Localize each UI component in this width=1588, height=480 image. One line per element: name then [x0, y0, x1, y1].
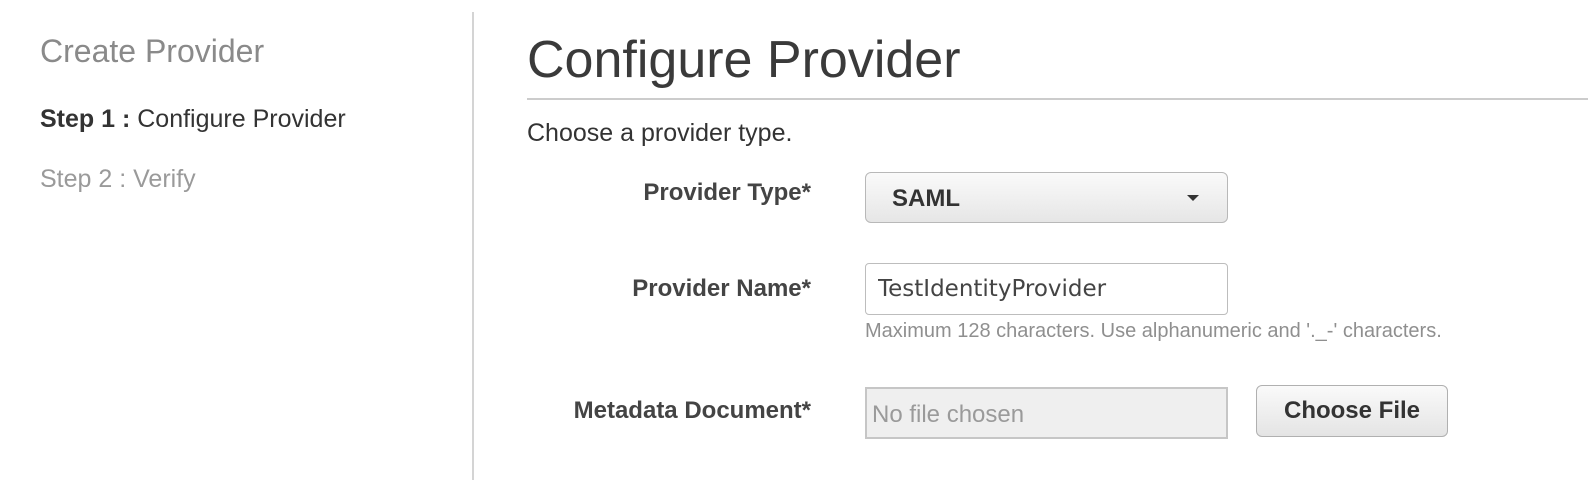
sidebar-step-verify: Step 2 : Verify	[40, 165, 196, 194]
metadata-file-display: No file chosen	[865, 387, 1228, 439]
step-number: Step 2 :	[40, 165, 127, 193]
chevron-down-icon	[1187, 195, 1199, 201]
provider-type-select[interactable]: SAML	[865, 172, 1228, 223]
step-label: Configure Provider	[137, 105, 346, 133]
choose-file-button[interactable]: Choose File	[1256, 385, 1448, 437]
provider-type-value: SAML	[892, 185, 960, 212]
page-title: Configure Provider	[527, 31, 961, 89]
title-divider	[527, 98, 1588, 100]
vertical-divider	[472, 12, 474, 480]
provider-name-hint: Maximum 128 characters. Use alphanumeric…	[865, 320, 1442, 342]
provider-name-label: Provider Name*	[632, 275, 811, 302]
metadata-document-label: Metadata Document*	[573, 397, 811, 424]
provider-name-input[interactable]	[865, 263, 1228, 315]
file-placeholder: No file chosen	[872, 401, 1025, 428]
provider-type-label: Provider Type*	[643, 179, 811, 206]
step-number: Step 1 :	[40, 105, 131, 133]
step-label: Verify	[133, 165, 196, 193]
sidebar-title: Create Provider	[40, 33, 265, 69]
intro-text: Choose a provider type.	[527, 119, 793, 147]
sidebar-step-configure-provider: Step 1 : Configure Provider	[40, 105, 346, 134]
create-provider-page: Create Provider Step 1 : Configure Provi…	[0, 0, 1588, 480]
